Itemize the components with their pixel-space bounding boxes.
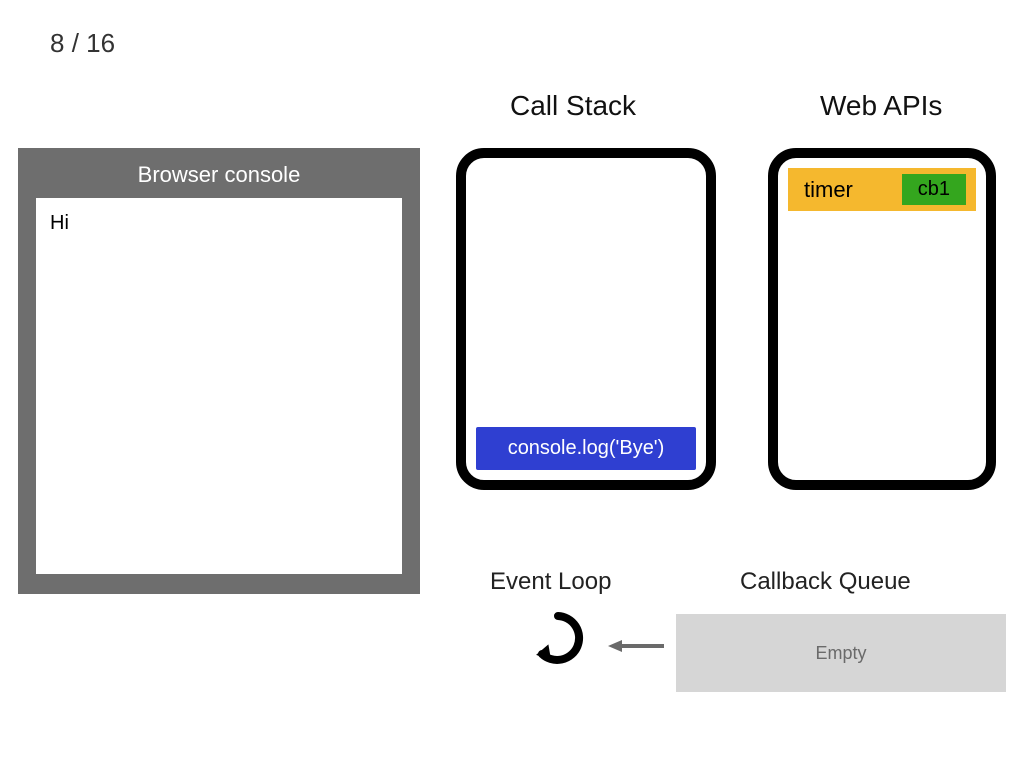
event-loop-icon [530,610,586,666]
call-stack-box: console.log('Bye') [456,148,716,490]
slide-total: 16 [86,28,115,58]
slide-counter: 8 / 16 [50,28,115,59]
browser-console-panel: Browser console Hi [18,148,420,594]
slide-separator: / [64,28,86,58]
arrow-left-icon [608,638,664,654]
slide-current: 8 [50,28,64,58]
callback-queue-empty-label: Empty [815,643,866,664]
slide: 8 / 16 Browser console Hi Call Stack Web… [0,0,1024,768]
heading-web-apis: Web APIs [820,90,942,122]
webapi-timer: timer cb1 [788,168,976,211]
browser-console-title: Browser console [18,148,420,198]
webapi-timer-callback: cb1 [902,174,966,205]
console-line: Hi [50,212,388,235]
heading-event-loop: Event Loop [490,568,611,596]
heading-call-stack: Call Stack [510,90,636,122]
webapi-timer-label: timer [798,177,853,203]
stack-frame: console.log('Bye') [476,427,696,470]
web-apis-box: timer cb1 [768,148,996,490]
heading-callback-queue: Callback Queue [740,568,911,596]
callback-queue-box: Empty [676,614,1006,692]
browser-console-body: Hi [36,198,402,574]
